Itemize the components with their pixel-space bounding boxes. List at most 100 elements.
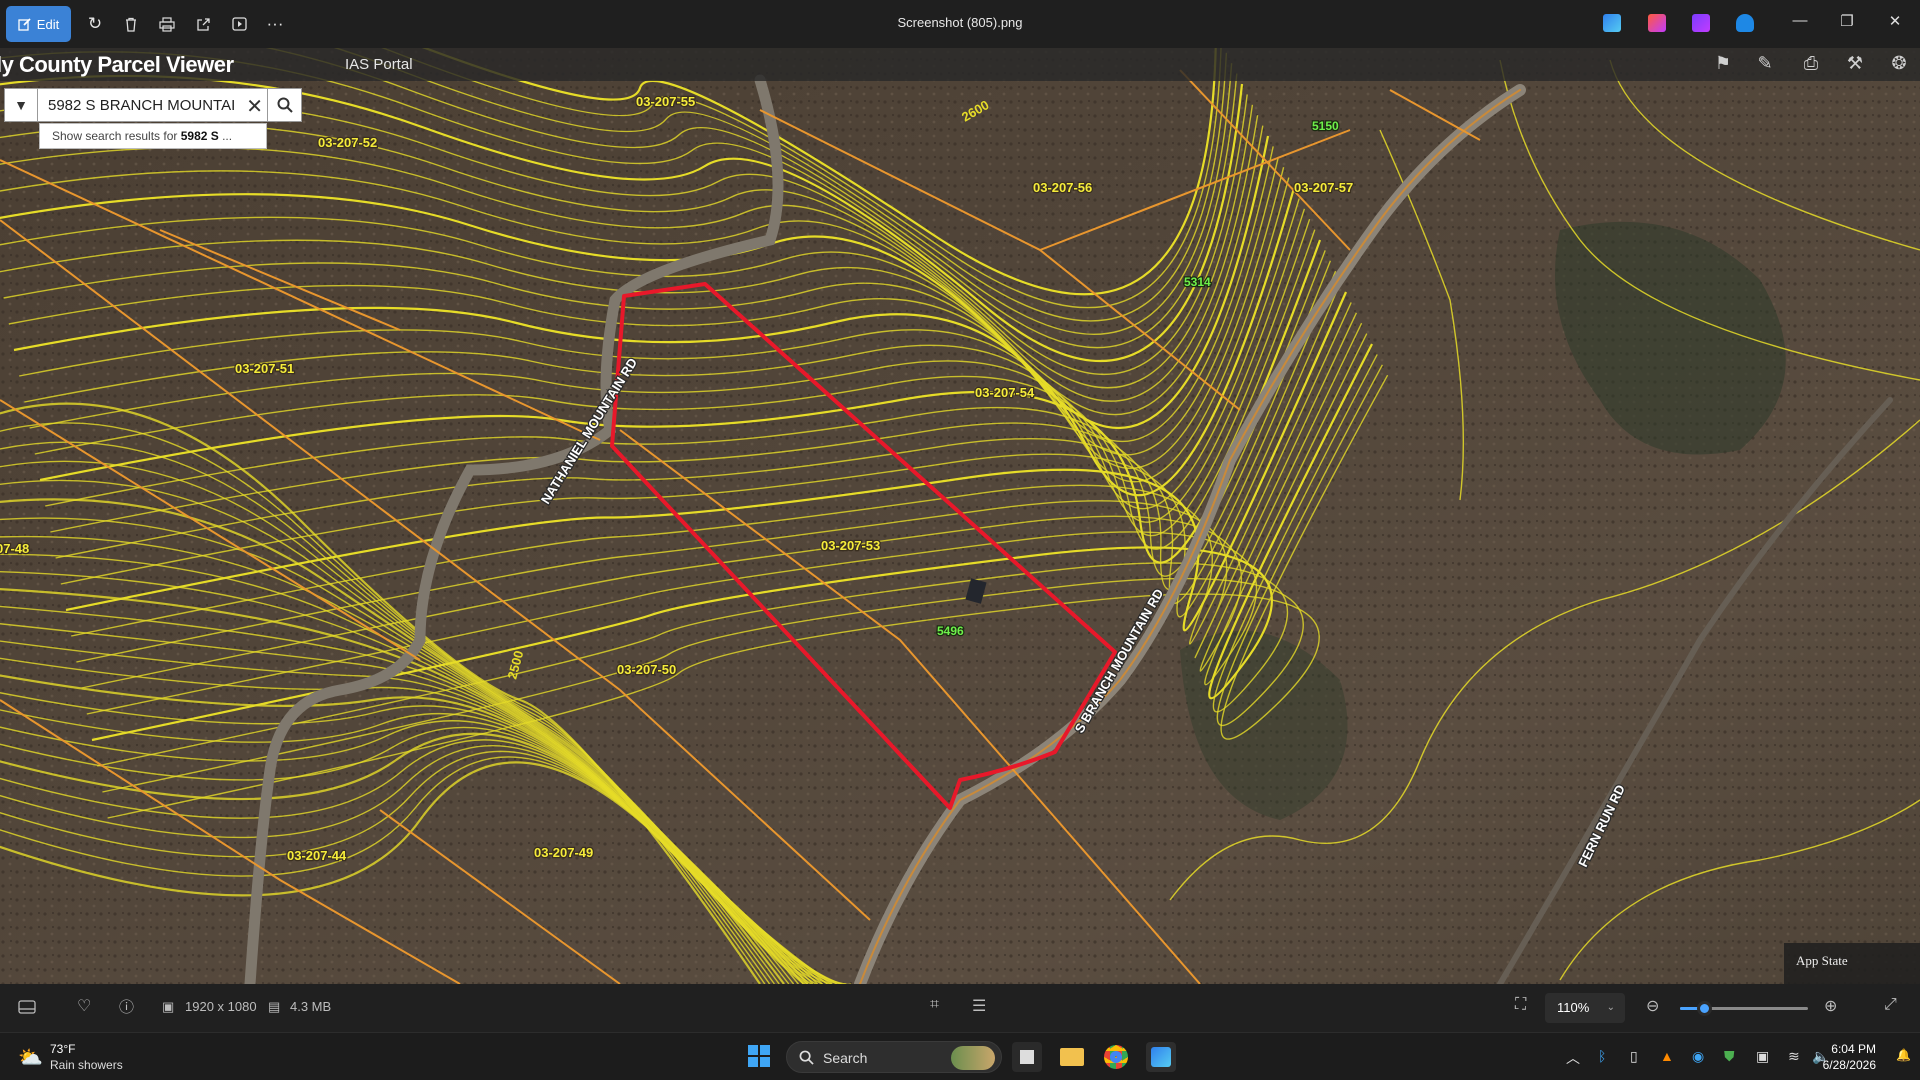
- clear-icon[interactable]: ✕: [246, 94, 263, 119]
- chevron-down-icon: ▼: [14, 97, 28, 113]
- bluetooth-icon[interactable]: ᛒ: [1598, 1048, 1606, 1064]
- windows-taskbar: ⛅ 73°F Rain showers Search ︿ ᛒ ▯ ▲ ◉ ⛊ ▣…: [0, 1032, 1920, 1080]
- taskbar-search[interactable]: Search: [786, 1041, 1002, 1073]
- parcel-label: 03-207-57: [1294, 180, 1353, 195]
- app-state-panel[interactable]: App State: [1784, 943, 1920, 984]
- basemap-tool[interactable]: ⚒: [1842, 53, 1868, 75]
- weather-temp[interactable]: 73°F: [50, 1042, 75, 1056]
- designer-app-icon[interactable]: [1648, 14, 1666, 32]
- parcel-label: 03-207-52: [318, 135, 377, 150]
- meet-icon[interactable]: ▣: [1756, 1048, 1769, 1065]
- chevron-down-icon: ⌄: [1606, 1002, 1615, 1013]
- weather-desc[interactable]: Rain showers: [50, 1058, 123, 1072]
- security-icon[interactable]: ◉: [1692, 1048, 1704, 1065]
- layers-icon: ❂: [1891, 53, 1907, 73]
- window-title: Screenshot (805).png: [897, 15, 1023, 30]
- notification-icon[interactable]: 🔔: [1896, 1048, 1911, 1062]
- zoom-in-icon[interactable]: ⊕: [1824, 996, 1837, 1016]
- close-icon: ✕: [1888, 13, 1902, 30]
- layers-tool[interactable]: ❂: [1886, 53, 1912, 75]
- zoom-slider-thumb[interactable]: [1697, 1001, 1713, 1016]
- suggestion-query: 5982 S: [180, 129, 219, 143]
- clipchamp-app-icon[interactable]: [1692, 14, 1710, 32]
- zoom-out-icon[interactable]: ⊖: [1646, 996, 1659, 1016]
- search-icon: [277, 97, 293, 113]
- parcel-label: 03-207-53: [821, 538, 880, 553]
- clock-time[interactable]: 6:04 PM: [1831, 1042, 1876, 1056]
- basemap-icon: ⚒: [1846, 53, 1864, 73]
- ias-portal-link[interactable]: IAS Portal: [345, 48, 413, 81]
- fit-icon[interactable]: ⛶: [1515, 996, 1526, 1014]
- parcel-label: 03-207-49: [534, 845, 593, 860]
- address-label: 5496: [937, 624, 964, 638]
- parcel-label: 03-207-55: [636, 94, 695, 109]
- search-box: ✕: [38, 88, 268, 122]
- app-state-label: App State: [1796, 953, 1848, 968]
- parcel-viewer-header: ly County Parcel Viewer IAS Portal ⚑ ✎ ⎙…: [0, 48, 1920, 81]
- address-search: ▼ ✕: [4, 88, 302, 122]
- search-source-dropdown[interactable]: ▼: [4, 88, 38, 122]
- photos-status-bar: ♡ ⓘ ▣ 1920 x 1080 ▤ 4.3 MB ⌗ ☰ ⛶ 110% ⌄ ⊖…: [0, 984, 1920, 1032]
- measure-icon: ✎: [1757, 53, 1773, 73]
- zoom-level-dropdown[interactable]: 110% ⌄: [1545, 993, 1625, 1023]
- start-button[interactable]: [745, 1042, 775, 1072]
- dimensions-icon: ▣: [162, 999, 175, 1014]
- maximize-icon: ❐: [1840, 13, 1854, 30]
- avast-icon[interactable]: ▲: [1660, 1048, 1674, 1064]
- restore-button[interactable]: ❐: [1832, 12, 1862, 30]
- suggestion-suffix: ...: [218, 129, 233, 143]
- parcel-label: 03-207-44: [287, 848, 347, 863]
- photos-glyph: [1151, 1047, 1171, 1067]
- parcel-label: 03-207-50: [617, 662, 676, 677]
- windows-logo-icon: [748, 1045, 770, 1067]
- image-dimensions: 1920 x 1080: [185, 999, 257, 1014]
- parcel-label: 03-207-51: [235, 361, 294, 376]
- clock-date[interactable]: 6/28/2026: [1823, 1058, 1876, 1072]
- scan-icon[interactable]: ☰: [972, 996, 986, 1016]
- task-view-glyph: [1020, 1050, 1034, 1064]
- search-highlight-image: [951, 1046, 995, 1070]
- search-input[interactable]: [38, 89, 234, 121]
- wifi-icon[interactable]: ≋: [1788, 1048, 1800, 1065]
- ocr-icon[interactable]: ⌗: [930, 996, 939, 1014]
- zoom-value: 110%: [1557, 1000, 1590, 1015]
- app-title: ly County Parcel Viewer: [0, 52, 234, 77]
- heart-icon[interactable]: ♡: [77, 996, 91, 1016]
- photos-app-icon[interactable]: [1603, 14, 1621, 32]
- search-button[interactable]: [268, 88, 302, 122]
- task-view-icon[interactable]: [1012, 1042, 1042, 1072]
- parcel-map[interactable]: 03-207-55 03-207-52 03-207-56 03-207-57 03-2…: [0, 48, 1920, 984]
- filmstrip-icon[interactable]: [18, 999, 36, 1015]
- map-canvas[interactable]: 03-207-55 03-207-52 03-207-56 03-207-57 03-2…: [0, 48, 1920, 984]
- close-button[interactable]: ✕: [1880, 12, 1910, 30]
- photos-taskbar-icon[interactable]: [1146, 1042, 1176, 1072]
- search-icon: [799, 1050, 814, 1065]
- onedrive-icon[interactable]: [1736, 14, 1754, 32]
- identify-tool[interactable]: ⚑: [1710, 53, 1736, 75]
- info-icon[interactable]: ⓘ: [119, 996, 134, 1017]
- file-explorer-icon[interactable]: [1057, 1042, 1087, 1072]
- usb-icon[interactable]: ▯: [1630, 1048, 1638, 1065]
- search-suggestion[interactable]: Show search results for 5982 S ...: [39, 123, 267, 149]
- parcel-label: 03-207-54: [975, 385, 1035, 400]
- identify-icon: ⚑: [1714, 53, 1732, 73]
- weather-icon[interactable]: ⛅: [18, 1045, 43, 1070]
- address-label: 5314: [1184, 275, 1211, 289]
- defender-icon[interactable]: ⛊: [1724, 1048, 1735, 1065]
- file-size-icon: ▤: [268, 999, 281, 1014]
- measure-tool[interactable]: ✎: [1752, 53, 1778, 75]
- address-label: 5150: [1312, 119, 1339, 133]
- chrome-glyph: [1104, 1045, 1128, 1069]
- tray-overflow-icon[interactable]: ︿: [1566, 1048, 1580, 1068]
- photos-title-bar: Edit ↻ ··· Screenshot (805).png — ❐ ✕: [0, 0, 1920, 48]
- parcel-label: 03-207-56: [1033, 180, 1092, 195]
- zoom-slider[interactable]: [1680, 1001, 1808, 1016]
- minimize-icon: —: [1792, 12, 1808, 29]
- chrome-icon[interactable]: [1101, 1042, 1131, 1072]
- folder-glyph: [1060, 1048, 1084, 1066]
- minimize-button[interactable]: —: [1785, 12, 1815, 29]
- print-map-tool[interactable]: ⎙: [1798, 53, 1824, 75]
- taskbar-search-label: Search: [823, 1050, 868, 1066]
- fullscreen-icon[interactable]: ⤢: [1884, 996, 1897, 1014]
- print-map-icon: ⎙: [1803, 53, 1819, 73]
